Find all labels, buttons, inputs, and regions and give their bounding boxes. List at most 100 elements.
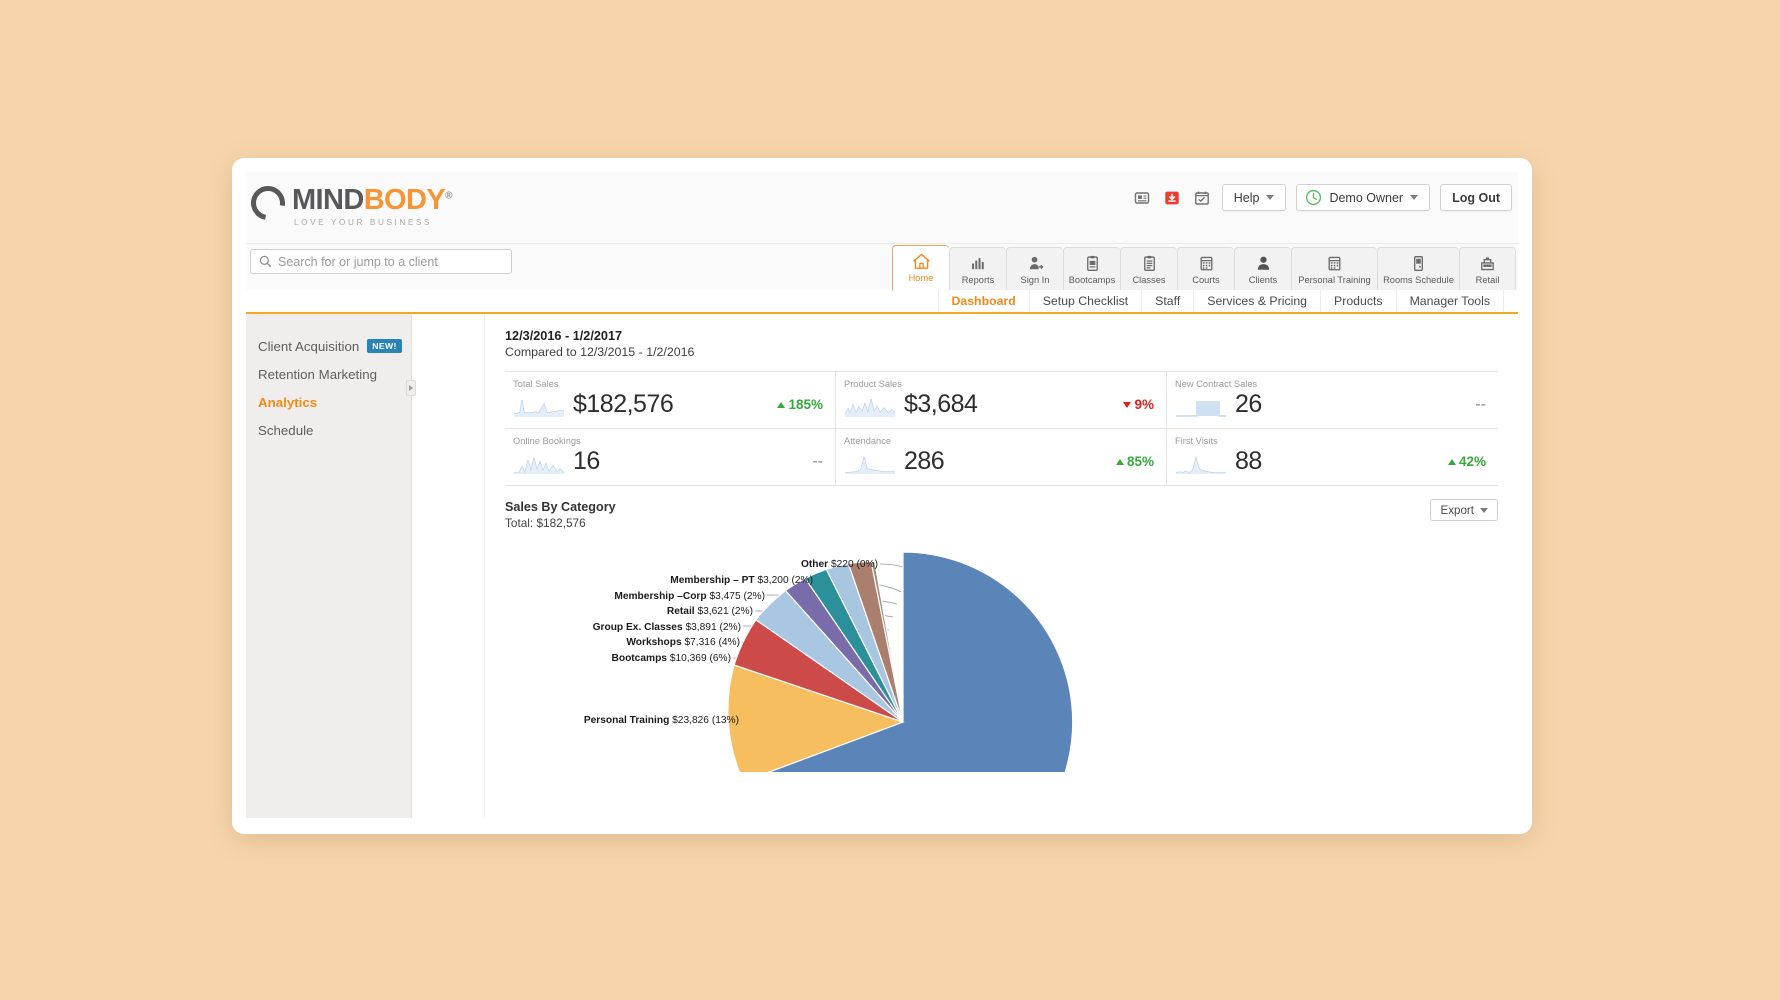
kpi-delta: -- xyxy=(812,452,823,470)
trend-up-icon xyxy=(1115,458,1124,465)
content-gutter xyxy=(412,314,485,818)
kpi-label: Total Sales xyxy=(513,379,559,389)
kpi-value: $3,684 xyxy=(904,390,978,418)
callout-label-workshops: Workshops $7,316 (4%) xyxy=(626,637,740,648)
nav-tab-reports-label: Reports xyxy=(961,275,995,285)
tab-setup-checklist[interactable]: Setup Checklist xyxy=(1028,290,1141,312)
register-icon xyxy=(1478,253,1497,274)
callout-name: Other xyxy=(801,559,828,570)
export-label: Export xyxy=(1440,503,1474,517)
kpi-label: Online Bookings xyxy=(513,436,581,446)
sidebar-item-label: Retention Marketing xyxy=(258,366,377,382)
header-actions: Help Demo Owner Log Out xyxy=(1132,184,1512,211)
nav-tab-retail[interactable]: Retail xyxy=(1459,247,1516,290)
nav-tab-personal-training[interactable]: Personal Training xyxy=(1291,247,1377,290)
chevron-down-icon xyxy=(1266,195,1275,200)
kpi-first-visits[interactable]: First Visits 88 42% xyxy=(1167,428,1498,485)
kpi-delta-value: 85% xyxy=(1126,454,1154,469)
kpi-delta-value: 185% xyxy=(788,397,823,412)
logout-label: Log Out xyxy=(1452,190,1500,205)
nav-tab-home-label: Home xyxy=(908,273,934,283)
callout-pct: (0%) xyxy=(856,559,878,570)
export-dropdown-button[interactable]: Export xyxy=(1430,499,1498,521)
nav-tab-clients[interactable]: Clients xyxy=(1234,247,1291,290)
callout-name: Bootcamps xyxy=(611,653,667,664)
chart-header: Sales By Category Total: $182,576 Export xyxy=(505,499,1498,530)
sales-by-category-pie-chart[interactable]: Other $220 (0%) Membership – PT $3,200 (… xyxy=(505,532,1498,772)
page-body: Client Acquisition NEW! Retention Market… xyxy=(246,314,1518,818)
search-icon xyxy=(259,255,272,268)
dashboard-content: 12/3/2016 - 1/2/2017 Compared to 12/3/20… xyxy=(485,314,1518,818)
chevron-down-icon xyxy=(1410,195,1419,200)
client-search-box[interactable] xyxy=(250,249,512,274)
kpi-value: 16 xyxy=(573,447,600,475)
sparkline xyxy=(1175,454,1226,474)
callout-value: $3,475 xyxy=(709,591,740,602)
nav-tab-classes[interactable]: Classes xyxy=(1120,247,1177,290)
mindbody-logo[interactable]: MINDBODY® LOVE YOUR BUSINESS xyxy=(246,179,452,227)
nav-tab-clients-label: Clients xyxy=(1248,275,1278,285)
help-dropdown-button[interactable]: Help xyxy=(1221,184,1287,211)
tab-manager-tools[interactable]: Manager Tools xyxy=(1395,290,1504,312)
sidebar-item-label: Schedule xyxy=(258,422,314,438)
callout-name: Workshops xyxy=(626,637,682,648)
logout-button[interactable]: Log Out xyxy=(1440,184,1512,211)
kpi-new-contract-sales[interactable]: New Contract Sales 26 -- xyxy=(1167,372,1498,428)
logo-word-body: BODY xyxy=(363,184,446,216)
bar-chart-icon xyxy=(969,253,988,274)
nav-tab-reports[interactable]: Reports xyxy=(949,247,1006,290)
nav-tab-sign-in-label: Sign In xyxy=(1020,275,1050,285)
callout-value: $23,826 xyxy=(672,715,709,726)
sparkline xyxy=(844,398,896,417)
callout-name: Group Ex. Classes xyxy=(593,622,683,633)
callout-value: $220 xyxy=(831,559,854,570)
kpi-attendance[interactable]: Attendance 286 85% xyxy=(836,428,1167,485)
chevron-down-icon xyxy=(1480,507,1488,513)
tab-products[interactable]: Products xyxy=(1320,290,1396,312)
chart-total: Total: $182,576 xyxy=(505,516,586,530)
inbox-red-icon[interactable] xyxy=(1162,188,1182,208)
clipboard-lines-icon xyxy=(1140,253,1159,274)
callout-value: $7,316 xyxy=(684,637,715,648)
nav-tab-home[interactable]: Home xyxy=(892,245,949,291)
clock-icon xyxy=(1306,189,1322,206)
sidebar-item-analytics[interactable]: Analytics xyxy=(246,388,411,416)
kpi-delta: 185% xyxy=(777,397,823,412)
callout-name: Membership – PT xyxy=(670,575,755,586)
kpi-total-sales[interactable]: Total Sales $182,576 185% xyxy=(505,372,836,428)
home-icon xyxy=(912,251,931,272)
tab-services-pricing[interactable]: Services & Pricing xyxy=(1193,290,1320,312)
sparkline xyxy=(1176,400,1226,417)
sidebar-item-label: Analytics xyxy=(258,394,318,410)
kpi-value: 88 xyxy=(1235,447,1262,475)
trend-up-icon xyxy=(777,401,786,408)
trend-up-icon xyxy=(1447,458,1456,465)
chart-title: Sales By Category xyxy=(505,500,616,514)
sidebar-collapse-handle[interactable] xyxy=(406,380,416,396)
compared-to-range: Compared to 12/3/2015 - 1/2/2016 xyxy=(505,345,695,359)
callout-name: Personal Training xyxy=(584,715,669,726)
calendar-grid-icon xyxy=(1325,253,1344,274)
callout-pct: (2%) xyxy=(731,606,753,617)
sidebar-item-schedule[interactable]: Schedule xyxy=(246,416,411,444)
nav-tab-courts[interactable]: Courts xyxy=(1177,247,1234,290)
search-input[interactable] xyxy=(278,254,503,269)
nav-tab-bootcamps[interactable]: Bootcamps xyxy=(1063,247,1120,290)
kpi-product-sales[interactable]: Product Sales $3,684 9% xyxy=(836,372,1167,428)
main-navigation: Home Reports Sign In Bootcamps Classes C… xyxy=(892,245,1516,291)
person-icon xyxy=(1254,253,1273,274)
callout-name: Membership –Corp xyxy=(614,591,706,602)
tab-staff[interactable]: Staff xyxy=(1141,290,1193,312)
sidebar-item-retention-marketing[interactable]: Retention Marketing xyxy=(246,360,411,388)
news-icon[interactable] xyxy=(1132,188,1152,208)
tab-dashboard[interactable]: Dashboard xyxy=(937,290,1029,312)
kpi-online-bookings[interactable]: Online Bookings 16 -- xyxy=(505,428,836,485)
sidebar-item-client-acquisition[interactable]: Client Acquisition NEW! xyxy=(246,332,411,360)
nav-tab-sign-in[interactable]: Sign In xyxy=(1006,247,1063,290)
sparkline xyxy=(844,456,895,474)
account-dropdown-button[interactable]: Demo Owner xyxy=(1296,184,1431,211)
nav-tab-rooms-schedule[interactable]: Rooms Schedule xyxy=(1377,247,1459,290)
kpi-delta: 42% xyxy=(1447,454,1486,469)
door-icon xyxy=(1409,253,1428,274)
tasks-check-icon[interactable] xyxy=(1192,188,1212,208)
